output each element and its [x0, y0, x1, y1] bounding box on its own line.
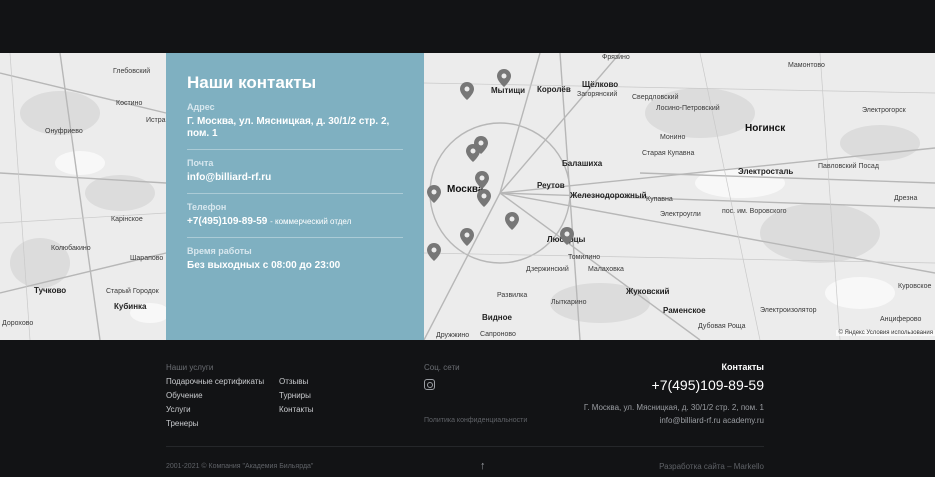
footer-phone[interactable]: +7(495)109-89-59	[652, 377, 764, 393]
footer-divider	[166, 446, 764, 447]
map-label: Лыткарино	[551, 299, 587, 306]
map-pin-icon[interactable]	[427, 243, 441, 261]
map-label: Карінское	[111, 216, 143, 223]
instagram-icon[interactable]	[424, 379, 435, 390]
map-label: Онуфриево	[45, 128, 83, 135]
footer-link-services[interactable]: Услуги	[166, 405, 191, 414]
map-label: Электросталь	[738, 167, 794, 176]
map-label: Колюбакино	[51, 245, 91, 252]
map-label: Анциферово	[880, 316, 922, 323]
map-label: Загорянский	[577, 91, 618, 98]
map-label: Королёв	[537, 85, 571, 94]
social-title: Соц. сети	[424, 363, 460, 372]
map-label: Мытищи	[491, 86, 525, 95]
map-label: Тучково	[34, 286, 67, 295]
footer-link-contacts[interactable]: Контакты	[279, 405, 314, 414]
map-copyright[interactable]: © Яндекс Условия использования	[836, 330, 935, 336]
phone-note: - коммерческий отдел	[270, 217, 352, 226]
phone-block: Телефон +7(495)109-89-59 - коммерческий …	[187, 202, 403, 238]
footer-link-reviews[interactable]: Отзывы	[279, 377, 308, 386]
map-label: Дзержинский	[526, 266, 569, 273]
map-label: Видное	[482, 313, 512, 322]
email-block: Почта info@billiard-rf.ru	[187, 158, 403, 194]
footer-link-certificates[interactable]: Подарочные сертификаты	[166, 377, 264, 386]
map-label: пос. им. Воровского	[722, 208, 787, 215]
map-label: Кубинка	[114, 302, 147, 311]
map-label: Истра	[146, 117, 166, 124]
developer-link[interactable]: Разработка сайта – Markello	[659, 462, 764, 471]
map-label: Электроизолятор	[760, 307, 817, 314]
map-label: Балашиха	[562, 159, 603, 168]
arrow-up-icon[interactable]: ↑	[480, 460, 486, 472]
map-label: Шарапово	[130, 255, 164, 262]
map-label: Монино	[660, 134, 686, 141]
map-label: Раменское	[663, 306, 706, 315]
phone-label: Телефон	[187, 202, 227, 212]
phone-row: +7(495)109-89-59 - коммерческий отдел	[187, 216, 403, 228]
footer-address: Г. Москва, ул. Мясницкая, д. 30/1/2 стр.…	[583, 403, 764, 412]
map-label: Мамонтово	[788, 62, 825, 69]
map-label: Куровское	[898, 283, 932, 290]
top-bar	[0, 0, 935, 53]
map-label: Томилино	[568, 254, 601, 261]
map-pin-icon[interactable]	[560, 227, 574, 245]
map-pin-icon[interactable]	[477, 189, 491, 207]
hours-block: Время работы Без выходных с 08:00 до 23:…	[187, 246, 403, 281]
footer-contacts-title: Контакты	[721, 362, 764, 372]
map-pin-icon[interactable]	[460, 82, 474, 100]
map-pin-icon[interactable]	[497, 69, 511, 87]
map-label: Железнодорожный	[570, 191, 647, 200]
privacy-link[interactable]: Политика конфиденциальности	[424, 417, 527, 424]
map-label: Дружжино	[436, 332, 470, 339]
map-label: Лосино-Петровский	[656, 105, 720, 112]
footer-link-trainers[interactable]: Тренеры	[166, 419, 198, 428]
email-label: Почта	[187, 158, 214, 168]
map-pin-icon[interactable]	[427, 185, 441, 203]
map-label: Глебовский	[113, 68, 151, 75]
address-label: Адрес	[187, 102, 215, 112]
map-label: Сапроново	[480, 331, 516, 338]
services-title: Наши услуги	[166, 363, 214, 372]
map-label: Ногинск	[745, 123, 786, 134]
hours-value: Без выходных с 08:00 до 23:00	[187, 260, 341, 271]
map-label: Электрогорск	[862, 107, 906, 114]
map-label: Реутов	[537, 181, 565, 190]
map-label: Павловский Посад	[818, 163, 879, 170]
footer-email[interactable]: info@billiard-rf.ru academy.ru	[660, 416, 764, 425]
address-block: Адрес Г. Москва, ул. Мясницкая, д. 30/1/…	[187, 102, 403, 150]
map-pin-icon[interactable]	[505, 212, 519, 230]
contacts-title: Наши контакты	[187, 73, 317, 92]
map[interactable]: Глебовский Костино Истра Онуфриево Карін…	[0, 53, 935, 340]
email-link[interactable]: info@billiard-rf.ru	[187, 172, 403, 184]
map-pin-icon[interactable]	[466, 144, 480, 162]
contacts-card: Наши контакты Адрес Г. Москва, ул. Мясни…	[166, 53, 424, 340]
map-label: Малаховка	[588, 266, 624, 273]
map-label: Старая Купавна	[642, 150, 695, 157]
map-label: Щёлково	[582, 80, 619, 89]
footer: Наши услуги Подарочные сертификаты Обуче…	[0, 340, 935, 477]
map-label: Жуковский	[626, 287, 670, 296]
map-pin-icon[interactable]	[460, 228, 474, 246]
map-pin-icon[interactable]	[475, 171, 489, 189]
footer-link-training[interactable]: Обучение	[166, 391, 203, 400]
map-label: Костино	[116, 100, 143, 107]
footer-link-tournaments[interactable]: Турниры	[279, 391, 311, 400]
hours-label: Время работы	[187, 246, 252, 256]
address-value: Г. Москва, ул. Мясницкая, д. 30/1/2 стр.…	[187, 116, 390, 139]
map-label: Фрязино	[602, 54, 630, 61]
map-label: Свердловский	[632, 94, 679, 101]
map-label: Дрезна	[894, 195, 918, 202]
map-label: Электроугли	[660, 211, 701, 218]
footer-copyright: 2001-2021 © Компания "Академия Бильярда"	[166, 463, 314, 470]
map-label: Дубовая Роща	[698, 323, 746, 330]
phone-link[interactable]: +7(495)109-89-59	[187, 216, 267, 227]
map-label: Купавна	[646, 196, 673, 203]
map-label: Дорохово	[2, 320, 34, 327]
map-label: Развилка	[497, 292, 528, 299]
map-label: Старый Городок	[106, 288, 159, 295]
